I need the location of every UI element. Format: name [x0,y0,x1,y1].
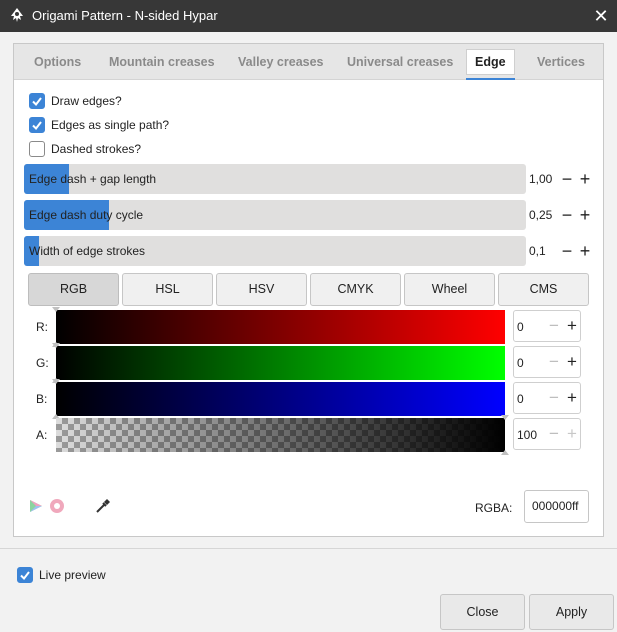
slider-value: 0,25 [529,208,553,222]
alpha-channel-slider[interactable] [56,415,509,455]
green-channel-row: G: 0 − + [14,343,603,383]
rgba-input[interactable]: 000000ff [524,490,589,523]
checkbox-box[interactable] [17,567,33,583]
slider-marker-top [52,343,60,348]
color-mode-hsv[interactable]: HSV [216,273,307,306]
apply-button[interactable]: Apply [529,594,614,630]
slider-label: Edge dash + gap length [29,172,157,186]
tab-bar: Options Mountain creases Valley creases … [14,44,603,80]
tab-options[interactable]: Options [34,44,81,80]
increment-button[interactable]: + [575,168,595,190]
decrement-button[interactable]: − [557,204,577,226]
close-button[interactable]: Close [440,594,525,630]
channel-label: B: [36,392,48,406]
inkscape-logo-icon [11,8,23,22]
tab-valley-creases[interactable]: Valley creases [238,44,324,80]
checkbox-box[interactable] [29,117,45,133]
tab-edge[interactable]: Edge [466,49,515,80]
blue-gradient [56,382,505,416]
green-value-spinbox[interactable]: 0 − + [513,346,581,378]
decrement-button[interactable]: − [545,315,563,337]
increment-button[interactable]: + [575,240,595,262]
color-mode-hsl[interactable]: HSL [122,273,213,306]
spin-value: 0 [517,392,524,406]
tab-universal-creases[interactable]: Universal creases [347,44,453,80]
blue-channel-row: B: 0 − + [14,379,603,419]
alpha-gradient [56,418,505,452]
color-mode-wheel[interactable]: Wheel [404,273,495,306]
red-channel-slider[interactable] [52,307,505,347]
green-channel-slider[interactable] [52,343,505,383]
checkbox-box[interactable] [29,93,45,109]
slider-value: 0,1 [529,244,546,258]
title-bar: Origami Pattern - N-sided Hypar ✕ [0,0,617,32]
increment-button[interactable]: + [563,423,581,445]
checkbox-box[interactable] [29,141,45,157]
checkbox-label: Edges as single path? [51,118,170,132]
slider-label: Width of edge strokes [29,244,146,258]
channel-label: G: [36,356,49,370]
checkmark-icon [32,121,42,131]
slider-marker-top [501,415,509,420]
decrement-button[interactable]: − [545,423,563,445]
green-gradient [56,346,505,380]
decrement-button[interactable]: − [557,240,577,262]
decrement-button[interactable]: − [557,168,577,190]
spin-value: 0 [517,356,524,370]
color-mode-rgb[interactable]: RGB [28,273,119,306]
spin-value: 0 [517,320,524,334]
increment-button[interactable]: + [563,351,581,373]
tab-vertices[interactable]: Vertices [537,44,585,80]
color-mode-cmyk[interactable]: CMYK [310,273,401,306]
edge-stroke-width-slider-row: Width of edge strokes 0,1 − + [24,236,590,266]
red-value-spinbox[interactable]: 0 − + [513,310,581,342]
rgba-label: RGBA: [475,501,513,515]
divider [0,548,617,549]
edge-dash-duty-slider-row: Edge dash duty cycle 0,25 − + [24,200,590,230]
edges-single-path-checkbox[interactable]: Edges as single path? [29,116,169,134]
checkmark-icon [20,571,30,581]
draw-edges-checkbox[interactable]: Draw edges? [29,92,122,110]
slider-marker-top [52,379,60,384]
decrement-button[interactable]: − [545,351,563,373]
decrement-button[interactable]: − [545,387,563,409]
edge-dash-gap-slider-row: Edge dash + gap length 1,00 − + [24,164,590,194]
increment-button[interactable]: + [575,204,595,226]
red-channel-row: R: 0 − + [14,307,603,347]
slider-marker-top [52,307,60,312]
increment-button[interactable]: + [563,315,581,337]
increment-button[interactable]: + [563,387,581,409]
window-title: Origami Pattern - N-sided Hypar [32,8,218,23]
live-preview-checkbox[interactable]: Live preview [17,566,106,584]
spin-value: 100 [517,428,538,442]
alpha-value-spinbox[interactable]: 100 − + [513,418,581,450]
edge-stroke-width-slider[interactable]: Width of edge strokes [24,236,526,266]
checkbox-label: Draw edges? [51,94,122,108]
color-managed-icon[interactable] [28,498,44,514]
checkbox-label: Dashed strokes? [51,142,142,156]
edge-dash-duty-slider[interactable]: Edge dash duty cycle [24,200,526,230]
slider-value: 1,00 [529,172,553,186]
checkmark-icon [32,97,42,107]
out-of-gamut-icon[interactable] [49,498,65,514]
blue-channel-slider[interactable] [52,379,505,419]
notebook-panel: Options Mountain creases Valley creases … [13,43,604,537]
color-mode-tabs: RGB HSL HSV CMYK Wheel CMS [28,273,591,306]
slider-marker-bottom [501,450,509,455]
alpha-channel-row: A: 100 − + [14,415,603,455]
slider-label: Edge dash duty cycle [29,208,144,222]
edge-dash-gap-slider[interactable]: Edge dash + gap length [24,164,526,194]
live-preview-label: Live preview [39,568,106,582]
blue-value-spinbox[interactable]: 0 − + [513,382,581,414]
dashed-strokes-checkbox[interactable]: Dashed strokes? [29,140,141,158]
window-close-button[interactable]: ✕ [585,0,617,32]
red-gradient [56,310,505,344]
channel-label: R: [36,320,48,334]
color-mode-cms[interactable]: CMS [498,273,589,306]
tab-mountain-creases[interactable]: Mountain creases [109,44,215,80]
channel-label: A: [36,428,48,442]
eyedropper-icon[interactable] [94,497,112,515]
